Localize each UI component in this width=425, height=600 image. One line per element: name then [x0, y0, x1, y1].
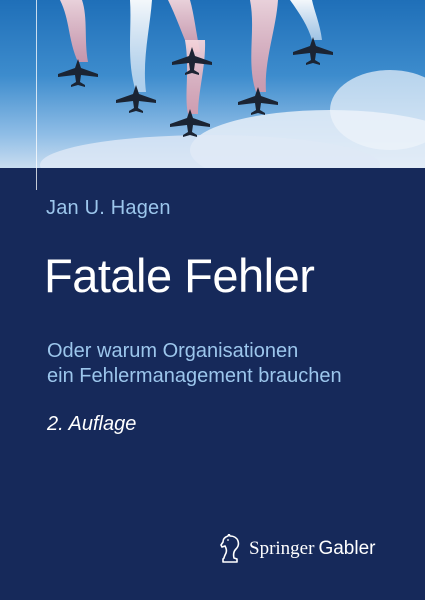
publisher-imprint: Gabler: [318, 538, 376, 559]
vertical-rule: [36, 0, 37, 190]
subtitle-line: ein Fehlermanagement brauchen: [47, 365, 342, 387]
jet: [116, 85, 156, 113]
jet: [238, 87, 278, 115]
jet: [293, 37, 333, 65]
jets-illustration: [40, 0, 425, 168]
publisher-springer: Springer: [249, 538, 315, 559]
jet: [172, 47, 212, 75]
smoke-trail: [130, 0, 152, 92]
edition-label: 2. Auflage: [47, 413, 137, 435]
book-subtitle: Oder warum Organisationen ein Fehlermana…: [47, 339, 407, 389]
subtitle-line: Oder warum Organisationen: [47, 340, 299, 362]
smoke-trail: [250, 0, 278, 92]
author-name: Jan U. Hagen: [46, 197, 171, 219]
smoke-trail: [60, 0, 88, 62]
book-cover: Jan U. Hagen Fatale Fehler Oder warum Or…: [0, 0, 425, 600]
publisher-logo: Springer Gabler: [217, 531, 375, 567]
book-title: Fatale Fehler: [44, 249, 315, 302]
smoke-trail: [290, 0, 322, 40]
jet: [58, 59, 98, 87]
cover-photo-jets: [0, 0, 425, 168]
smoke-trail: [185, 40, 206, 114]
springer-horse-icon: [220, 534, 240, 563]
